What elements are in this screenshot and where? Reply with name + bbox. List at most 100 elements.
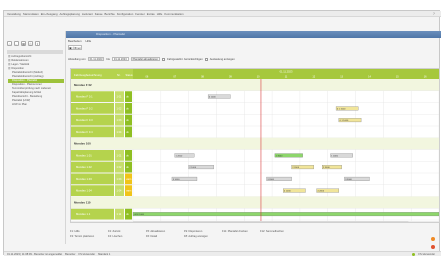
sub-menu: Bearbeiten Hilfe: [68, 39, 91, 43]
group-row-label: Mondeo 100: [74, 142, 91, 146]
column-header-status[interactable]: Status: [126, 74, 134, 77]
group-row-label: Mondeo 110: [74, 200, 91, 204]
utilization-checkbox[interactable]: [204, 57, 208, 61]
vehicle-row-label: Mondeo 1.03: [76, 177, 92, 181]
date-to-input[interactable]: 01.11.2023: [111, 57, 129, 61]
menu-item-1[interactable]: Stammdaten: [23, 12, 39, 16]
legend-item: F12: Sammelbuchen: [260, 230, 284, 233]
menu-item-6[interactable]: Berichte: [105, 12, 115, 16]
vehicle-row-nr: 1 03: [117, 178, 122, 181]
booking-label: 1 2000: [176, 155, 183, 157]
notification-icon[interactable]: [431, 237, 435, 241]
timeline-date-header: 01.11.2023: [280, 70, 293, 74]
booking-label: 4 1000: [284, 191, 291, 193]
menu-item-2[interactable]: Ein-/Ausgang: [41, 12, 58, 16]
booking-label: 0 1000: [209, 97, 216, 99]
planning-board: Fahrzeugbezeichnung Nr. Status 01.11.2023 06…: [70, 68, 440, 223]
online-status-icon: [412, 252, 416, 256]
group-row: [71, 196, 439, 209]
alert-icon[interactable]: [431, 245, 435, 249]
export-icon[interactable]: ⇪: [35, 41, 40, 46]
vehicle-row-nr: 1 11: [117, 213, 122, 216]
date-from-input[interactable]: 01.11.2023: [87, 57, 105, 61]
menu-item-3[interactable]: Auftragsplanung: [60, 12, 80, 16]
booking-label: 0 1 1000: [340, 120, 349, 122]
sidebar-search-bar[interactable]: [7, 50, 63, 54]
grid-icon[interactable]: ▦: [21, 41, 26, 46]
application-window: Verwaltung Stammdaten Ein-/Ausgang Auftrags…: [3, 10, 441, 256]
back-icon[interactable]: ←: [14, 41, 19, 46]
booking-label: 2 3000: [323, 167, 330, 169]
vehicle-row-label: Mondeo 1.01: [76, 153, 92, 157]
open-button-label: Öffnen: [72, 45, 82, 50]
legend-item: F11: Plantafel drucken: [222, 230, 248, 233]
booking-block[interactable]: [132, 212, 439, 217]
utilization-checkbox-label: Auslastung anzeigen: [209, 57, 235, 61]
refresh-plan-button[interactable]: Plantafel aktualisieren: [130, 57, 161, 61]
sidebar-toolbar: ⌂ ← ▦ ⎙ ⇪: [7, 41, 40, 46]
scrollbar-thumb[interactable]: [133, 221, 409, 224]
chassis-checkbox-label: Fahrgestellnr. berücksichtigen: [167, 57, 203, 61]
action-row: ▣ Öffnen: [68, 45, 82, 50]
navigation-tree: Ⓑ Auftragsübersicht Ⓑ Reklamationen Ⓑ Lage…: [8, 55, 64, 107]
booking-label: 3 2000: [267, 179, 274, 181]
menu-item-4[interactable]: Lieferant: [82, 12, 93, 16]
legend-item: F1: Hilfe: [70, 230, 80, 233]
print-icon[interactable]: ⎙: [28, 41, 33, 46]
vehicle-row-label: Mondeo F 0.4: [76, 130, 93, 134]
menu-item-7[interactable]: Konfiguration: [117, 12, 133, 16]
booking-label: LKW 1000: [134, 214, 145, 216]
submenu-item-1[interactable]: Hilfe: [86, 39, 92, 43]
tree-item[interactable]: LKW im Plan: [8, 103, 64, 107]
status-user-label: Benutzer: [65, 252, 76, 256]
status-right-label: FS-Verwender: [418, 252, 435, 256]
vehicle-row-label: Mondeo 1.04: [76, 189, 92, 193]
booking-label: 2 2000: [292, 167, 299, 169]
shortcut-legend: F1: Hilfe F2: Zurück F5: Aktualisieren F9: …: [70, 230, 370, 242]
group-row: [71, 79, 439, 91]
menu-item-8[interactable]: Fenster: [135, 12, 144, 16]
vehicle-row-label: Mondeo F 0.2: [76, 106, 93, 110]
legend-item: F9: Disponieren: [184, 230, 203, 233]
vehicle-row-label: Mondeo 1.02: [76, 165, 92, 169]
corner-icons: [431, 237, 435, 249]
planning-board-canvas: Fahrzeugbezeichnung Nr. Status01.11.202306…: [71, 69, 440, 224]
submenu-item-0[interactable]: Bearbeiten: [68, 39, 82, 43]
vehicle-row-nr: 1 01: [117, 96, 122, 99]
legend-item: F8: Auftrag anzeigen: [184, 235, 208, 238]
menu-bar: Verwaltung Stammdaten Ein-/Ausgang Auftrags…: [4, 11, 441, 17]
app-title-bar: Disposition - Plantafel: [66, 31, 441, 38]
horizontal-scrollbar[interactable]: [71, 221, 440, 223]
menu-item-9[interactable]: Extras: [147, 12, 155, 16]
group-row-label: Mondeo F 02: [74, 83, 92, 87]
vehicle-row-label: Mondeo F 0.3: [76, 118, 93, 122]
vehicle-row-label: Mondeo F 0.1: [76, 95, 93, 99]
menu-item-5[interactable]: Kasse: [95, 12, 103, 16]
menu-item-11[interactable]: Kommunikation: [164, 12, 183, 16]
column-header-name[interactable]: Fahrzeugbezeichnung: [74, 73, 102, 77]
booking-label: 1 4000: [331, 155, 338, 157]
vehicle-row-label: Mondeo 1.1: [76, 212, 91, 216]
legend-item: F2: Zurück: [108, 230, 121, 233]
status-mandant-label: Mandant 1: [98, 252, 111, 256]
help-icon[interactable]: ?: [433, 11, 435, 16]
chassis-checkbox[interactable]: [162, 57, 166, 61]
legend-item: F4: Löschen: [108, 235, 123, 238]
app-title: Disposition - Plantafel: [96, 32, 126, 36]
date-to-label: bis: [106, 57, 110, 61]
folder-icon: ▣: [69, 45, 72, 50]
column-header-nr[interactable]: Nr.: [117, 73, 121, 77]
menu-item-10[interactable]: Hilfe: [157, 12, 163, 16]
home-icon[interactable]: ⌂: [7, 41, 12, 46]
booking-label: 2 1000: [189, 167, 196, 169]
date-from-label: Abstellung von: [68, 57, 86, 61]
booking-label: 0 1 1000: [337, 108, 346, 110]
booking-label: 1 3000: [276, 155, 283, 157]
legend-item: F3: Termin platzieren: [70, 235, 95, 238]
menu-item-0[interactable]: Verwaltung: [7, 12, 21, 16]
booking-label: 3 3000: [345, 179, 352, 181]
legend-item: F6: Detail: [146, 235, 158, 238]
open-button[interactable]: ▣ Öffnen: [68, 45, 82, 50]
vehicle-row-nr: 1 03: [117, 119, 122, 122]
booking-label: 4 2000: [317, 191, 324, 193]
